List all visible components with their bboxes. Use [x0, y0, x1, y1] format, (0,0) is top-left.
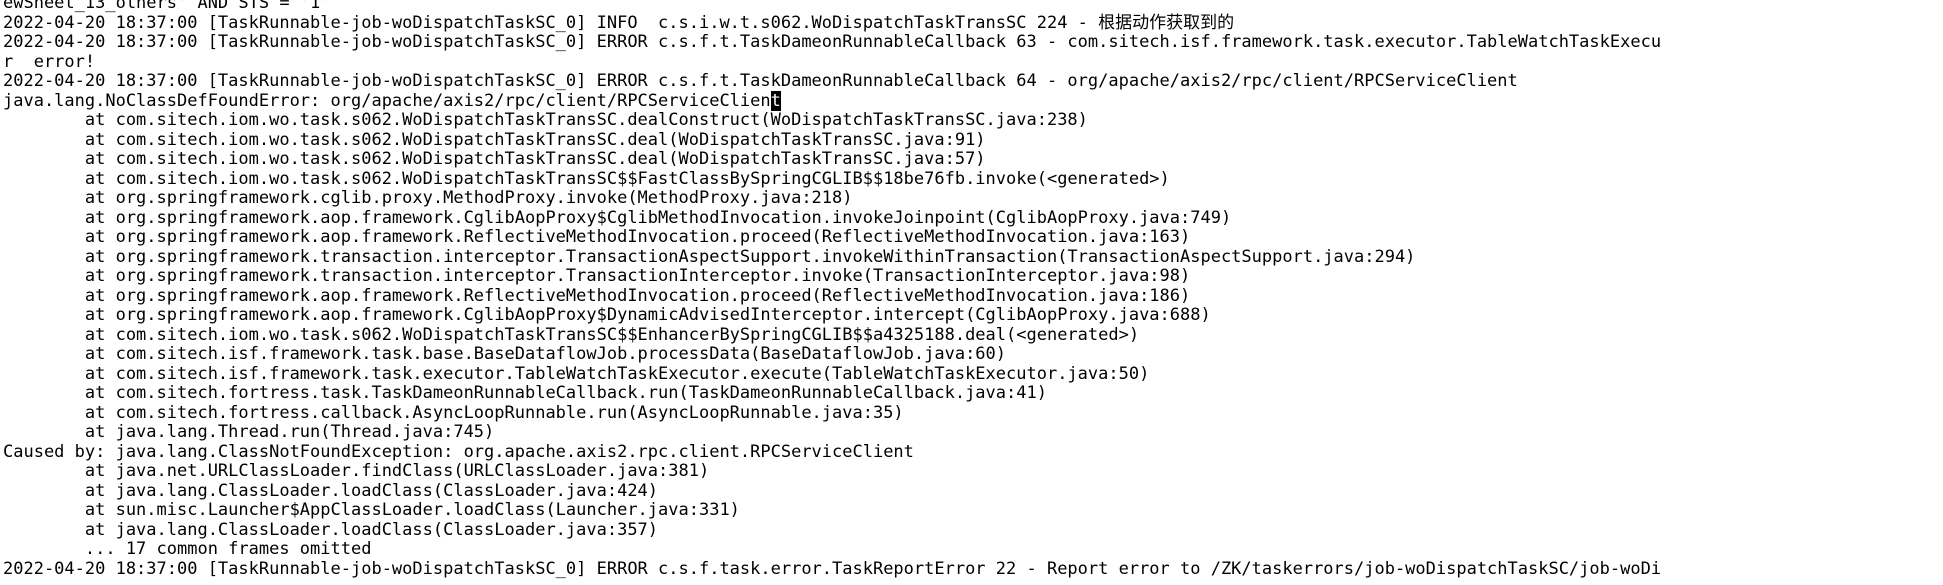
terminal-line: at org.springframework.aop.framework.Cgl…: [0, 207, 1943, 229]
terminal-line-text: at java.net.URLClassLoader.findClass(URL…: [3, 461, 710, 481]
terminal-line: 2022-04-20 18:37:00 [TaskRunnable-job-wo…: [0, 558, 1943, 580]
terminal-line-text: 2022-04-20 18:37:00 [TaskRunnable-job-wo…: [3, 71, 1518, 91]
terminal-line: at com.sitech.iom.wo.task.s062.WoDispatc…: [0, 149, 1943, 170]
terminal-line-text: at org.springframework.transaction.inter…: [3, 246, 1416, 267]
terminal-line-text: at org.springframework.transaction.inter…: [3, 266, 1191, 286]
terminal-line-text: at org.springframework.aop.framework.Ref…: [3, 227, 1191, 247]
terminal-line: at org.springframework.transaction.inter…: [0, 266, 1943, 287]
terminal-line-text: at com.sitech.fortress.callback.AsyncLoo…: [3, 402, 904, 423]
terminal-line: at com.sitech.fortress.task.TaskDameonRu…: [0, 383, 1943, 404]
text-cursor: t: [770, 90, 781, 111]
terminal-line: at org.springframework.aop.framework.Ref…: [0, 285, 1943, 307]
terminal-line-text: at org.springframework.aop.framework.Ref…: [3, 285, 1191, 306]
terminal-line: at org.springframework.aop.framework.Ref…: [0, 227, 1943, 248]
terminal-line-text: 2022-04-20 18:37:00 [TaskRunnable-job-wo…: [3, 558, 1662, 579]
terminal-line-text: at org.springframework.cglib.proxy.Metho…: [3, 188, 853, 208]
terminal-line-text: 2022-04-20 18:37:00 [TaskRunnable-job-wo…: [3, 32, 1662, 52]
terminal-line-text: ... 17 common frames omitted: [3, 539, 372, 559]
terminal-line: ewSheet_13_others' AND STS = '1': [0, 0, 1943, 14]
terminal-line: at com.sitech.iom.wo.task.s062.WoDispatc…: [0, 168, 1943, 190]
terminal-line-text: at com.sitech.iom.wo.task.s062.WoDispatc…: [3, 110, 1088, 130]
terminal-line: at java.lang.ClassLoader.loadClass(Class…: [0, 519, 1943, 541]
terminal-line: at java.lang.ClassLoader.loadClass(Class…: [0, 480, 1943, 502]
terminal-line-text: at java.lang.Thread.run(Thread.java:745): [3, 422, 495, 442]
terminal-line-text: at com.sitech.iom.wo.task.s062.WoDispatc…: [3, 129, 986, 150]
terminal-line-text: at sun.misc.Launcher$AppClassLoader.load…: [3, 500, 740, 520]
terminal-line: 2022-04-20 18:37:00 [TaskRunnable-job-wo…: [0, 71, 1943, 92]
terminal-line-text: Caused by: java.lang.ClassNotFoundExcept…: [3, 441, 914, 462]
terminal-line: 2022-04-20 18:37:00 [TaskRunnable-job-wo…: [0, 32, 1943, 53]
terminal-line: at com.sitech.iom.wo.task.s062.WoDispatc…: [0, 110, 1943, 131]
terminal-line-text: ewSheet_13_others' AND STS = '1': [3, 0, 331, 13]
terminal-line: ... 17 common frames omitted: [0, 539, 1943, 560]
terminal-line-text: r error!: [3, 51, 96, 72]
terminal-line-text: at org.springframework.aop.framework.Cgl…: [3, 207, 1232, 228]
terminal-line-text: at java.lang.ClassLoader.loadClass(Class…: [3, 480, 659, 501]
terminal-line-text: at com.sitech.iom.wo.task.s062.WoDispatc…: [3, 168, 1170, 189]
terminal-line: at org.springframework.cglib.proxy.Metho…: [0, 188, 1943, 209]
terminal-line-text: at java.lang.ClassLoader.loadClass(Class…: [3, 519, 659, 540]
terminal-line-text: at com.sitech.fortress.task.TaskDameonRu…: [3, 383, 1047, 403]
terminal-line-text: at com.sitech.iom.wo.task.s062.WoDispatc…: [3, 324, 1140, 345]
terminal-line-text: at com.sitech.iom.wo.task.s062.WoDispatc…: [3, 149, 986, 169]
terminal-line-text: 2022-04-20 18:37:00 [TaskRunnable-job-wo…: [3, 12, 1235, 33]
terminal-line: r error!: [0, 51, 1943, 73]
terminal-line: at com.sitech.iom.wo.task.s062.WoDispatc…: [0, 324, 1943, 346]
terminal-line: at com.sitech.isf.framework.task.executo…: [0, 363, 1943, 385]
terminal-line: at com.sitech.isf.framework.task.base.Ba…: [0, 344, 1943, 365]
terminal-line-text: java.lang.NoClassDefFoundError: org/apac…: [3, 90, 771, 111]
terminal-line-text: at org.springframework.aop.framework.Cgl…: [3, 305, 1211, 325]
terminal-line-text: at com.sitech.isf.framework.task.base.Ba…: [3, 344, 1007, 364]
terminal-line: at com.sitech.iom.wo.task.s062.WoDispatc…: [0, 129, 1943, 151]
terminal-line: java.lang.NoClassDefFoundError: org/apac…: [0, 90, 1943, 112]
terminal-output[interactable]: ewSheet_13_others' AND STS = '1' 2022-04-…: [0, 0, 1943, 585]
terminal-line: at java.net.URLClassLoader.findClass(URL…: [0, 461, 1943, 482]
terminal-line-text: at com.sitech.isf.framework.task.executo…: [3, 363, 1150, 384]
terminal-line: at java.lang.Thread.run(Thread.java:745): [0, 422, 1943, 443]
terminal-line: at com.sitech.fortress.callback.AsyncLoo…: [0, 402, 1943, 424]
terminal-line: at sun.misc.Launcher$AppClassLoader.load…: [0, 500, 1943, 521]
terminal-line: Caused by: java.lang.ClassNotFoundExcept…: [0, 441, 1943, 463]
terminal-line: at org.springframework.aop.framework.Cgl…: [0, 305, 1943, 326]
terminal-line: 2022-04-20 18:37:00 [TaskRunnable-job-wo…: [0, 12, 1943, 34]
terminal-line: at org.springframework.transaction.inter…: [0, 246, 1943, 268]
